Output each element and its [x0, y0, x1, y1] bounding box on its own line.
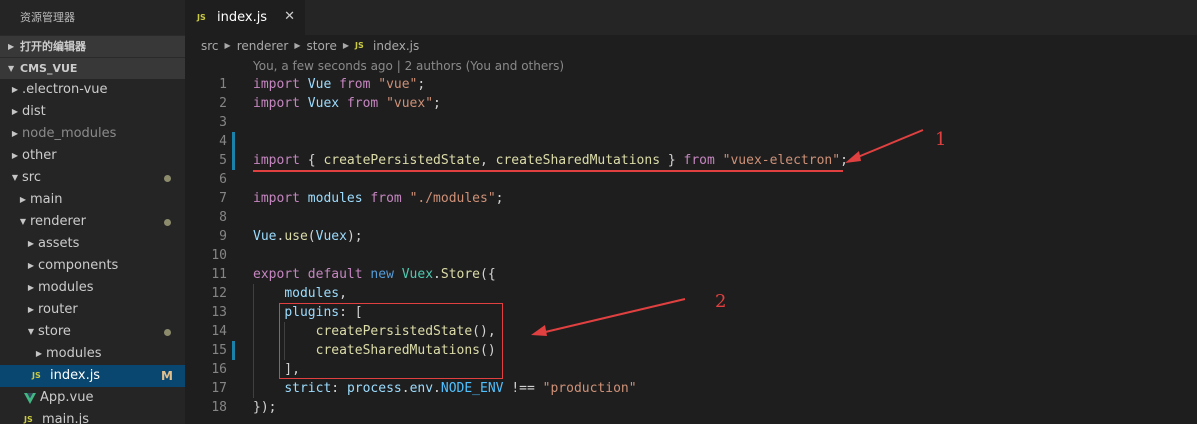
breadcrumb-item-src[interactable]: src — [201, 35, 219, 57]
modified-dot-icon — [164, 175, 171, 182]
project-section[interactable]: ▼ CMS_VUE — [0, 57, 185, 79]
chevron-down-icon: ▼ — [27, 327, 35, 336]
chevron-right-icon: ▶ — [11, 129, 19, 138]
tree-item-modules[interactable]: ▶ modules — [0, 343, 185, 365]
tree-item-label: src — [22, 170, 41, 185]
tab-bar: JS index.js ✕ — [185, 0, 1197, 35]
annotation-label-2: 2 — [715, 291, 727, 312]
chevron-right-icon: ▶ — [27, 239, 35, 248]
tree-item-modules[interactable]: ▶ modules — [0, 277, 185, 299]
tree-item-label: App.vue — [40, 390, 94, 405]
tree-item-router[interactable]: ▶ router — [0, 299, 185, 321]
arrow-2-shaft — [540, 298, 686, 334]
tree-item-other[interactable]: ▶ other — [0, 145, 185, 167]
tree-item-index-js[interactable]: JS index.js M — [0, 365, 185, 387]
explorer-title: 资源管理器 — [20, 11, 75, 24]
chevron-right-icon: ▶ — [27, 305, 35, 314]
explorer-sidebar: 资源管理器 ▶ 打开的编辑器 ▼ CMS_VUE ▶ .electron-vue ▶… — [0, 0, 185, 424]
open-editors-section[interactable]: ▶ 打开的编辑器 — [0, 35, 185, 57]
js-file-icon: JS — [355, 41, 364, 50]
tree-item-main[interactable]: ▶ main — [0, 189, 185, 211]
breadcrumb-item-file[interactable]: index.js — [373, 35, 419, 57]
git-status-badge: M — [161, 369, 173, 383]
project-label: CMS_VUE — [20, 61, 78, 75]
arrow-1-head — [845, 151, 861, 163]
arrow-1-shaft — [852, 129, 924, 160]
vue-file-icon — [24, 392, 40, 404]
tree-item-label: modules — [38, 280, 94, 295]
tree-item-label: router — [38, 302, 78, 317]
tree-item-src[interactable]: ▼ src — [0, 167, 185, 189]
chevron-down-icon: ▼ — [11, 173, 19, 182]
breadcrumb-item-store[interactable]: store — [307, 35, 337, 57]
tree-item-store[interactable]: ▼ store — [0, 321, 185, 343]
modified-dot-icon — [164, 329, 171, 336]
tree-item-dist[interactable]: ▶ dist — [0, 101, 185, 123]
tree-item-main-js[interactable]: JS main.js — [0, 409, 185, 424]
tree-item-label: store — [38, 324, 71, 339]
tree-item-app-vue[interactable]: App.vue — [0, 387, 185, 409]
tree-item-electron-vue[interactable]: ▶ .electron-vue — [0, 79, 185, 101]
tree-item-label: other — [22, 148, 57, 163]
chevron-right-icon: ▶ — [27, 261, 35, 270]
chevron-right-icon: ▶ — [11, 85, 19, 94]
tab-label: index.js — [217, 10, 268, 25]
tree-item-label: .electron-vue — [22, 82, 108, 97]
js-file-icon: JS — [197, 13, 206, 22]
chevron-right-icon: ▶ — [19, 195, 27, 204]
tree-item-label: modules — [46, 346, 102, 361]
chevron-right-icon: ▶ — [35, 349, 43, 358]
tab-index-js[interactable]: JS index.js ✕ — [185, 0, 305, 35]
annotation-label-1: 1 — [935, 129, 947, 150]
chevron-right-icon: ▶ — [11, 107, 19, 116]
chevron-right-icon: ▶ — [27, 283, 35, 292]
tree-item-assets[interactable]: ▶ assets — [0, 233, 185, 255]
tree-item-label: node_modules — [22, 126, 117, 141]
close-icon[interactable]: ✕ — [284, 9, 295, 24]
tree-item-label: components — [38, 258, 119, 273]
tree-item-renderer[interactable]: ▼ renderer — [0, 211, 185, 233]
breadcrumb: src ▶ renderer ▶ store ▶ JS index.js — [185, 35, 1197, 57]
tree-item-label: index.js — [50, 368, 101, 383]
js-file-icon: JS — [24, 415, 33, 424]
chevron-down-icon: ▼ — [19, 217, 27, 226]
editor-area: JS index.js ✕ src ▶ renderer ▶ store ▶ J… — [185, 0, 1197, 424]
chevron-down-icon: ▼ — [8, 63, 15, 73]
file-tree: ▶ .electron-vue ▶ dist ▶ node_modules ▶ other ▼ s… — [0, 79, 185, 424]
breadcrumb-item-renderer[interactable]: renderer — [237, 35, 289, 57]
tree-item-node-modules[interactable]: ▶ node_modules — [0, 123, 185, 145]
tree-item-components[interactable]: ▶ components — [0, 255, 185, 277]
open-editors-label: 打开的编辑器 — [20, 39, 86, 53]
js-file-icon: JS — [32, 371, 41, 380]
tree-item-label: dist — [22, 104, 46, 119]
chevron-right-icon: ▶ — [294, 41, 301, 50]
tree-item-label: assets — [38, 236, 80, 251]
annotation-arrows — [531, 129, 924, 336]
tree-item-label: renderer — [30, 214, 86, 229]
tree-item-label: main — [30, 192, 63, 207]
code-editor[interactable]: You, a few seconds ago | 2 authors (You … — [185, 57, 1197, 424]
modified-dot-icon — [164, 219, 171, 226]
arrow-2-head — [531, 325, 547, 336]
tree-item-label: main.js — [42, 412, 89, 424]
chevron-right-icon: ▶ — [8, 41, 15, 51]
chevron-right-icon: ▶ — [11, 151, 19, 160]
chevron-right-icon: ▶ — [342, 41, 350, 50]
chevron-right-icon: ▶ — [224, 41, 231, 50]
